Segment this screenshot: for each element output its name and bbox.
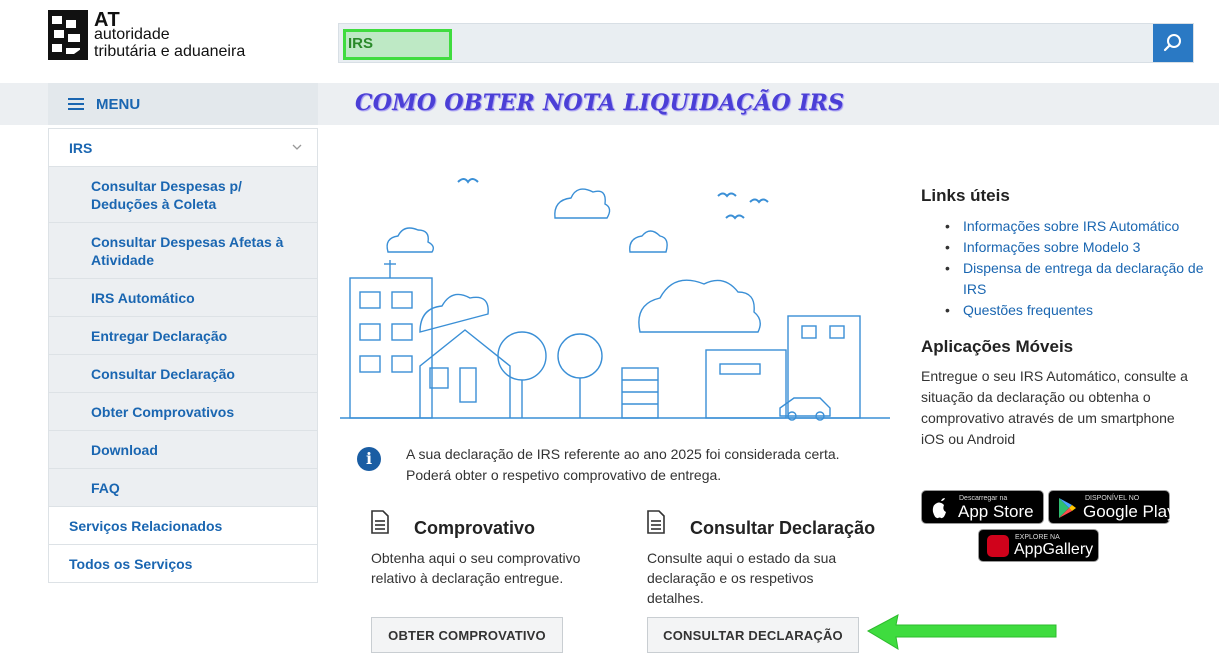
sidebar-item-label: Entregar Declaração — [91, 328, 228, 344]
sidebar-item-irs-automatico[interactable]: IRS Automático — [49, 278, 317, 316]
site-header: AT autoridade tributária e aduaneira IRS — [0, 0, 1219, 76]
sidebar-item-servicos-relacionados[interactable]: Serviços Relacionados — [49, 506, 317, 544]
sidebar-item-obter-comprovativos[interactable]: Obter Comprovativos — [49, 392, 317, 430]
page-title: COMO OBTER NOTA LIQUIDAÇÃO IRS — [355, 90, 845, 116]
comprovativo-title: Comprovativo — [414, 518, 536, 538]
search-typed-text: IRS — [348, 35, 374, 52]
menu-button[interactable]: MENU — [48, 83, 318, 125]
right-column: Links úteis Informações sobre IRS Automá… — [921, 186, 1211, 450]
sidebar-item-label: Obter Comprovativos — [91, 404, 235, 420]
sidebar-item-download[interactable]: Download — [49, 430, 317, 468]
logo-line-2: tributária e aduaneira — [94, 43, 246, 60]
sidebar-item-label: Todos os Serviços — [69, 556, 193, 572]
consultar-declaracao-button[interactable]: CONSULTAR DECLARAÇÃO — [647, 617, 859, 653]
consultar-desc-line-1: Consulte aqui o estado da sua — [647, 550, 837, 566]
obter-comprovativo-button[interactable]: OBTER COMPROVATIVO — [371, 617, 563, 653]
sidebar-item-label: Serviços Relacionados — [69, 518, 223, 534]
sidebar-item-label: IRS Automático — [91, 290, 195, 306]
sidebar-item-label: Consultar Declaração — [91, 366, 235, 382]
chevron-down-icon — [292, 144, 302, 150]
logo-line-1: autoridade — [94, 26, 170, 43]
google-play-small-text: DISPONÍVEL NO — [1085, 495, 1140, 502]
info-icon: i — [357, 447, 381, 471]
sidebar-item-label: Download — [91, 442, 158, 458]
apple-icon — [932, 498, 946, 519]
app-gallery-badge[interactable]: EXPLORE NA AppGallery — [978, 529, 1099, 562]
app-gallery-big-text: AppGallery — [1014, 541, 1094, 558]
sidebar-item-todos-servicos[interactable]: Todos os Serviços — [49, 544, 317, 582]
search-input[interactable] — [339, 24, 1155, 62]
search-button[interactable] — [1153, 24, 1193, 62]
comprovativo-desc-line-1: Obtenha aqui o seu comprovativo — [371, 550, 581, 566]
at-logo-mark-icon — [48, 10, 88, 60]
consultar-declaracao-title: Consultar Declaração — [690, 518, 876, 538]
sidebar-item-consultar-despesas-deducoes[interactable]: Consultar Despesas p/ Deduções à Coleta — [49, 166, 317, 222]
aplicacoes-moveis-desc: Entregue o seu IRS Automático, consulte … — [921, 368, 1188, 447]
app-store-small-text: Descarregar na — [959, 495, 1008, 502]
sidebar-item-label: Consultar Despesas Afetas à Atividade — [91, 234, 284, 268]
hamburger-icon — [68, 98, 84, 110]
sidebar-item-entregar-declaracao[interactable]: Entregar Declaração — [49, 316, 317, 354]
sidebar-item-irs[interactable]: IRS — [49, 128, 317, 166]
app-store-big-text: App Store — [958, 502, 1034, 521]
sidebar-item-label: IRS — [69, 140, 93, 156]
links-uteis-list: Informações sobre IRS Automático Informa… — [921, 216, 1211, 321]
aplicacoes-moveis-title: Aplicações Móveis — [921, 337, 1074, 356]
document-icon — [371, 510, 389, 534]
green-arrow-annotation — [866, 614, 1057, 650]
comprovativo-desc-line-2: relativo à declaração entregue. — [371, 570, 564, 586]
city-illustration — [340, 178, 890, 421]
google-play-badge[interactable]: DISPONÍVEL NO Google Play — [1048, 490, 1176, 524]
link-informacoes-irs-automatico[interactable]: Informações sobre IRS Automático — [921, 216, 1211, 237]
consultar-desc-line-3: detalhes. — [647, 590, 704, 606]
sidebar-item-label: FAQ — [91, 480, 120, 496]
sidebar-item-label: Consultar Despesas p/ Deduções à Coleta — [91, 178, 242, 212]
document-icon — [647, 510, 665, 534]
link-questoes-frequentes[interactable]: Questões frequentes — [921, 300, 1211, 321]
google-play-big-text: Google Play — [1083, 502, 1176, 521]
app-store-badge[interactable]: Descarregar na App Store — [921, 490, 1044, 524]
google-play-icon — [1059, 498, 1076, 518]
sidebar-item-faq[interactable]: FAQ — [49, 468, 317, 506]
consultar-desc-line-2: declaração e os respetivos — [647, 570, 814, 586]
menu-label: MENU — [96, 95, 141, 113]
info-line-1: A sua declaração de IRS referente ao ano… — [406, 446, 840, 462]
sidebar-item-consultar-despesas-atividade[interactable]: Consultar Despesas Afetas à Atividade — [49, 222, 317, 278]
search-bar: IRS — [338, 23, 1194, 63]
links-uteis-title: Links úteis — [921, 186, 1010, 205]
link-dispensa-entrega[interactable]: Dispensa de entrega da declaração de IRS — [921, 258, 1211, 300]
search-icon — [1163, 34, 1181, 52]
logo-at-text: AT — [94, 9, 121, 31]
at-logo[interactable]: AT autoridade tributária e aduaneira — [48, 10, 288, 66]
link-informacoes-modelo-3[interactable]: Informações sobre Modelo 3 — [921, 237, 1211, 258]
huawei-icon — [987, 535, 1009, 557]
app-gallery-small-text: EXPLORE NA — [1015, 534, 1060, 541]
sidebar-nav: IRS Consultar Despesas p/ Deduções à Col… — [48, 128, 318, 583]
info-line-2: Poderá obter o respetivo comprovativo de… — [406, 467, 722, 483]
sidebar-item-consultar-declaracao[interactable]: Consultar Declaração — [49, 354, 317, 392]
